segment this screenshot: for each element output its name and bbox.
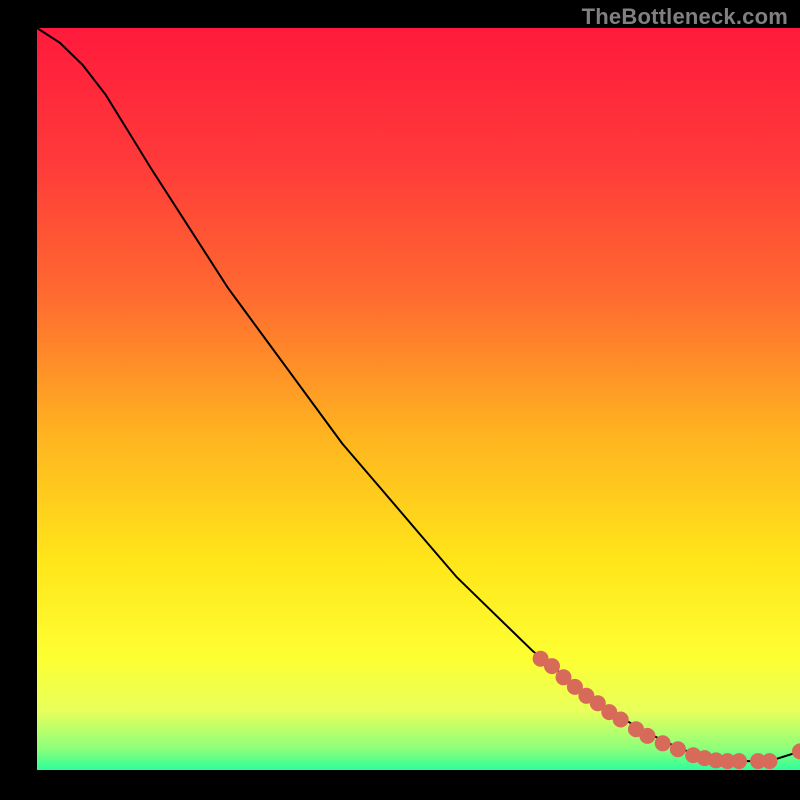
marker-point (613, 712, 629, 728)
marker-point (762, 753, 778, 769)
marker-point (670, 741, 686, 757)
marker-point (544, 658, 560, 674)
marker-point (655, 735, 671, 751)
bottleneck-chart (0, 0, 800, 800)
watermark-label: TheBottleneck.com (582, 4, 788, 30)
plot-background (37, 28, 800, 770)
marker-point (639, 728, 655, 744)
marker-point (731, 753, 747, 769)
chart-container: TheBottleneck.com (0, 0, 800, 800)
